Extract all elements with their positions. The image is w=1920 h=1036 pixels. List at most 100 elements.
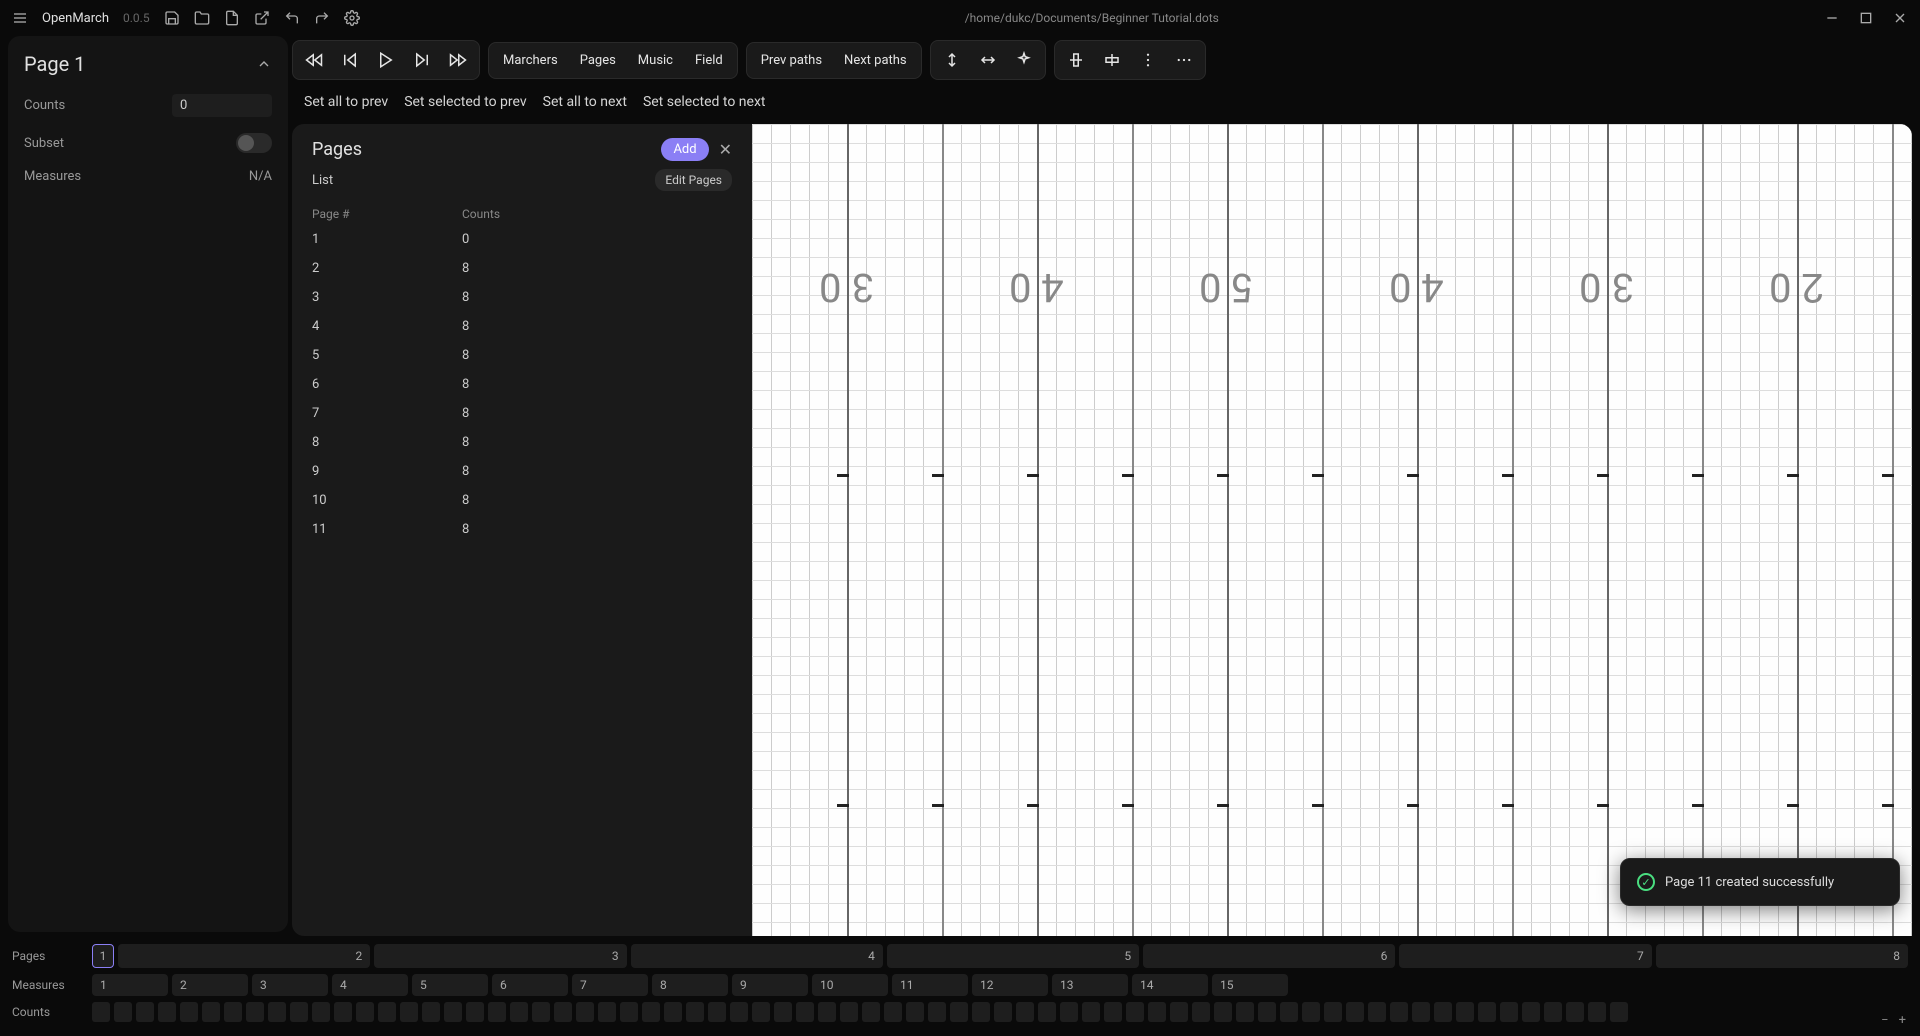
timeline-count[interactable]	[1082, 1002, 1100, 1022]
timeline-count[interactable]	[554, 1002, 572, 1022]
folder-icon[interactable]	[194, 10, 210, 26]
sparkle-icon[interactable]	[1007, 45, 1041, 75]
pages-table-row[interactable]: 78	[312, 399, 732, 428]
timeline-measure[interactable]: 11	[892, 974, 968, 996]
timeline-count[interactable]	[1038, 1002, 1056, 1022]
timeline-count[interactable]	[1104, 1002, 1122, 1022]
timeline-count[interactable]	[334, 1002, 352, 1022]
timeline-page[interactable]: 6	[1143, 944, 1395, 968]
timeline-count[interactable]	[1170, 1002, 1188, 1022]
timeline-measure[interactable]: 15	[1212, 974, 1288, 996]
timeline-count[interactable]	[1500, 1002, 1518, 1022]
timeline-measure[interactable]: 5	[412, 974, 488, 996]
set-all-prev-button[interactable]: Set all to prev	[304, 94, 388, 110]
marchers-button[interactable]: Marchers	[493, 47, 568, 74]
more-vertical-icon[interactable]	[1131, 45, 1165, 75]
counts-input[interactable]	[172, 94, 272, 117]
timeline-count[interactable]	[1522, 1002, 1540, 1022]
settings-icon[interactable]	[344, 10, 360, 26]
timeline-page[interactable]: 5	[887, 944, 1139, 968]
timeline-count[interactable]	[1434, 1002, 1452, 1022]
skip-forward-icon[interactable]	[405, 45, 439, 75]
timeline-count[interactable]	[114, 1002, 132, 1022]
timeline-count[interactable]	[268, 1002, 286, 1022]
center-vertical-icon[interactable]	[1059, 45, 1093, 75]
timeline-count[interactable]	[796, 1002, 814, 1022]
timeline-count[interactable]	[928, 1002, 946, 1022]
timeline-measure[interactable]: 4	[332, 974, 408, 996]
timeline-page[interactable]: 7	[1399, 944, 1651, 968]
timeline-count[interactable]	[1258, 1002, 1276, 1022]
menu-icon[interactable]	[12, 10, 28, 26]
timeline-measure[interactable]: 10	[812, 974, 888, 996]
timeline-measure[interactable]: 2	[172, 974, 248, 996]
timeline-page[interactable]: 1	[92, 944, 114, 968]
timeline-count[interactable]	[1588, 1002, 1606, 1022]
timeline-count[interactable]	[136, 1002, 154, 1022]
timeline-count[interactable]	[1236, 1002, 1254, 1022]
pages-table-row[interactable]: 48	[312, 312, 732, 341]
pages-table-row[interactable]: 10	[312, 225, 732, 254]
timeline-count[interactable]	[422, 1002, 440, 1022]
align-horizontal-icon[interactable]	[971, 45, 1005, 75]
timeline-count[interactable]	[1390, 1002, 1408, 1022]
timeline-count[interactable]	[1302, 1002, 1320, 1022]
undo-icon[interactable]	[284, 10, 300, 26]
center-horizontal-icon[interactable]	[1095, 45, 1129, 75]
new-file-icon[interactable]	[224, 10, 240, 26]
timeline-count[interactable]	[92, 1002, 110, 1022]
timeline-count[interactable]	[1478, 1002, 1496, 1022]
timeline-count[interactable]	[642, 1002, 660, 1022]
timeline-count[interactable]	[532, 1002, 550, 1022]
timeline-count[interactable]	[840, 1002, 858, 1022]
timeline-count[interactable]	[444, 1002, 462, 1022]
maximize-icon[interactable]	[1858, 10, 1874, 26]
timeline-measure[interactable]: 6	[492, 974, 568, 996]
zoom-out-icon[interactable]: −	[1881, 1013, 1888, 1028]
pages-table-row[interactable]: 98	[312, 457, 732, 486]
timeline-count[interactable]	[620, 1002, 638, 1022]
set-selected-next-button[interactable]: Set selected to next	[643, 94, 766, 110]
timeline-count[interactable]	[1126, 1002, 1144, 1022]
prev-paths-button[interactable]: Prev paths	[751, 47, 832, 74]
close-window-icon[interactable]	[1892, 10, 1908, 26]
export-icon[interactable]	[254, 10, 270, 26]
redo-icon[interactable]	[314, 10, 330, 26]
timeline-measure[interactable]: 12	[972, 974, 1048, 996]
forward-icon[interactable]	[441, 45, 475, 75]
timeline-count[interactable]	[664, 1002, 682, 1022]
timeline-count[interactable]	[686, 1002, 704, 1022]
field-view[interactable]: 3 04 05 04 03 02 0	[752, 124, 1912, 936]
edit-pages-button[interactable]: Edit Pages	[655, 169, 732, 191]
timeline-count[interactable]	[1412, 1002, 1430, 1022]
timeline-count[interactable]	[1016, 1002, 1034, 1022]
timeline-count[interactable]	[202, 1002, 220, 1022]
timeline-count[interactable]	[1060, 1002, 1078, 1022]
save-icon[interactable]	[164, 10, 180, 26]
timeline-count[interactable]	[598, 1002, 616, 1022]
timeline-count[interactable]	[246, 1002, 264, 1022]
timeline-measure[interactable]: 14	[1132, 974, 1208, 996]
pages-table-row[interactable]: 58	[312, 341, 732, 370]
timeline-count[interactable]	[1324, 1002, 1342, 1022]
timeline-count[interactable]	[1456, 1002, 1474, 1022]
timeline-count[interactable]	[1148, 1002, 1166, 1022]
timeline-count[interactable]	[1368, 1002, 1386, 1022]
music-button[interactable]: Music	[628, 47, 683, 74]
timeline-measure[interactable]: 1	[92, 974, 168, 996]
timeline-count[interactable]	[884, 1002, 902, 1022]
timeline-measure[interactable]: 13	[1052, 974, 1128, 996]
timeline-count[interactable]	[972, 1002, 990, 1022]
timeline-count[interactable]	[708, 1002, 726, 1022]
field-button[interactable]: Field	[685, 47, 733, 74]
add-page-button[interactable]: Add	[661, 138, 708, 161]
timeline-count[interactable]	[950, 1002, 968, 1022]
play-icon[interactable]	[369, 45, 403, 75]
skip-back-icon[interactable]	[333, 45, 367, 75]
timeline-page[interactable]: 2	[118, 944, 370, 968]
timeline-count[interactable]	[1214, 1002, 1232, 1022]
pages-table-row[interactable]: 108	[312, 486, 732, 515]
close-panel-icon[interactable]: ✕	[719, 140, 732, 159]
minimize-icon[interactable]	[1824, 10, 1840, 26]
pages-table-row[interactable]: 68	[312, 370, 732, 399]
